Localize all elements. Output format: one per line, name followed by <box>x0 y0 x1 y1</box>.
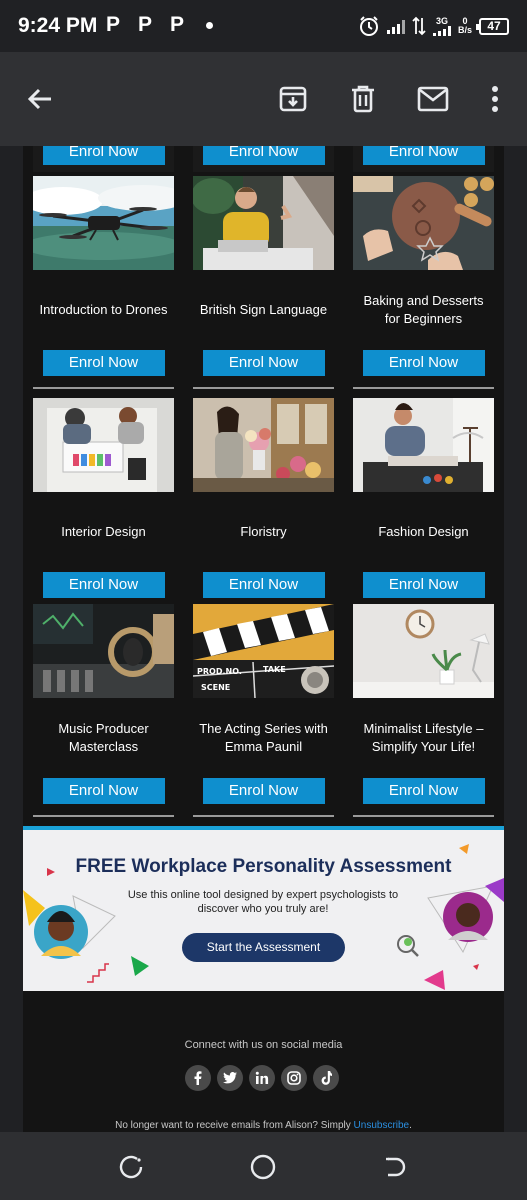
course-card-sign-language: British Sign Language Enrol Now <box>193 176 334 389</box>
enrol-now-button[interactable]: Enrol Now <box>362 572 485 598</box>
course-card-fashion-design: Fashion Design Enrol Now <box>353 398 494 611</box>
status-indicators: 3G 0 B/s 47 <box>358 14 509 38</box>
enrol-now-button[interactable]: Enrol Now <box>362 778 485 804</box>
network-type-icon: 3G <box>432 16 451 36</box>
course-title: Baking and Desserts for Beginners <box>363 293 484 326</box>
course-title: Introduction to Drones <box>39 302 168 317</box>
drone-image[interactable] <box>33 176 174 270</box>
course-title: British Sign Language <box>199 302 328 317</box>
baking-image[interactable] <box>353 176 494 270</box>
course-card-partial: Enrol Now <box>33 146 174 172</box>
course-title: Music Producer Masterclass <box>58 721 149 754</box>
more-notifications-dot <box>206 22 213 29</box>
email-body: Enrol Now Enrol Now Enrol Now Introducti… <box>23 146 504 1132</box>
system-nav-bar <box>0 1132 527 1200</box>
enrol-now-button[interactable]: Enrol Now <box>202 572 325 598</box>
assessment-banner[interactable]: FREE Workplace Personality Assessment Us… <box>23 826 504 991</box>
start-assessment-button[interactable]: Start the Assessment <box>182 933 345 962</box>
linkedin-icon[interactable] <box>249 1065 275 1091</box>
enrol-now-button[interactable]: Enrol Now <box>42 572 165 598</box>
course-title: Minimalist Lifestyle – Simplify Your Lif… <box>363 721 484 754</box>
alarm-icon <box>359 16 378 36</box>
music-producer-image[interactable] <box>33 604 174 698</box>
enrol-now-button[interactable]: Enrol Now <box>362 146 485 165</box>
enrol-now-button[interactable]: Enrol Now <box>202 350 325 376</box>
enrol-now-button[interactable]: Enrol Now <box>362 350 485 376</box>
banner-title: FREE Workplace Personality Assessment <box>75 856 452 877</box>
back-nav-icon[interactable] <box>380 1152 410 1182</box>
twitter-icon[interactable] <box>217 1065 243 1091</box>
archive-icon[interactable] <box>276 82 310 116</box>
facebook-icon[interactable] <box>185 1065 211 1091</box>
recent-apps-icon[interactable] <box>117 1152 147 1182</box>
notification-p-icon: P <box>106 13 121 36</box>
interior-design-image[interactable] <box>33 398 174 492</box>
connect-social-text: Connect with us on social media <box>184 1039 343 1051</box>
course-card-music-producer: Music Producer Masterclass Enrol Now <box>33 604 174 817</box>
acting-clapperboard-image[interactable]: PROD.NO. TAKE SCENE <box>193 604 334 698</box>
minimalist-lifestyle-image[interactable] <box>353 604 494 698</box>
course-card-drones: Introduction to Drones Enrol Now <box>33 176 174 389</box>
course-title: The Acting Series with Emma Paunil <box>199 721 328 754</box>
course-card-baking: Baking and Desserts for Beginners Enrol … <box>353 176 494 389</box>
enrol-now-button[interactable]: Enrol Now <box>202 146 325 165</box>
tiktok-icon[interactable] <box>313 1065 339 1091</box>
clapper-label: SCENE <box>201 683 230 692</box>
course-card-interior-design: Interior Design Enrol Now <box>33 398 174 611</box>
course-title: Floristry <box>240 524 287 539</box>
signal-icon <box>386 18 405 34</box>
sign-language-image[interactable] <box>193 176 334 270</box>
more-vert-icon[interactable] <box>478 82 512 116</box>
status-bar: 9:24 PM P P P 3G 0 B/s 47 <box>0 0 527 52</box>
course-card-acting: PROD.NO. TAKE SCENE The Acting Series wi… <box>193 604 334 817</box>
enrol-now-button[interactable]: Enrol Now <box>202 778 325 804</box>
delete-icon[interactable] <box>346 82 380 116</box>
fashion-design-image[interactable] <box>353 398 494 492</box>
floristry-image[interactable] <box>193 398 334 492</box>
enrol-now-button[interactable]: Enrol Now <box>42 146 165 165</box>
banner-subtitle: Use this online tool designed by expert … <box>127 889 399 915</box>
enrol-now-button[interactable]: Enrol Now <box>42 778 165 804</box>
back-arrow-icon[interactable] <box>23 82 57 116</box>
course-title: Interior Design <box>61 524 146 539</box>
clapper-label: PROD.NO. <box>197 667 242 676</box>
status-time: 9:24 PM <box>18 14 98 37</box>
battery-icon: 47 <box>476 17 509 35</box>
clapper-label: TAKE <box>263 665 286 674</box>
course-card-partial: Enrol Now <box>353 146 494 172</box>
notification-p-icon: P <box>138 13 153 36</box>
course-card-minimalist: Minimalist Lifestyle – Simplify Your Lif… <box>353 604 494 817</box>
mail-icon[interactable] <box>416 82 450 116</box>
social-links <box>185 1065 339 1091</box>
unsubscribe-link[interactable]: Unsubscribe <box>354 1120 410 1131</box>
course-title: Fashion Design <box>378 524 469 539</box>
enrol-now-button[interactable]: Enrol Now <box>42 350 165 376</box>
home-icon[interactable] <box>248 1152 278 1182</box>
app-bar <box>0 52 527 146</box>
course-card-partial: Enrol Now <box>193 146 334 172</box>
data-arrows-icon <box>412 16 426 36</box>
unsubscribe-text: No longer want to receive emails from Al… <box>115 1120 412 1131</box>
instagram-icon[interactable] <box>281 1065 307 1091</box>
network-speed: 0 B/s <box>457 16 472 35</box>
notification-p-icon: P <box>170 13 185 36</box>
course-card-floristry: Floristry Enrol Now <box>193 398 334 611</box>
